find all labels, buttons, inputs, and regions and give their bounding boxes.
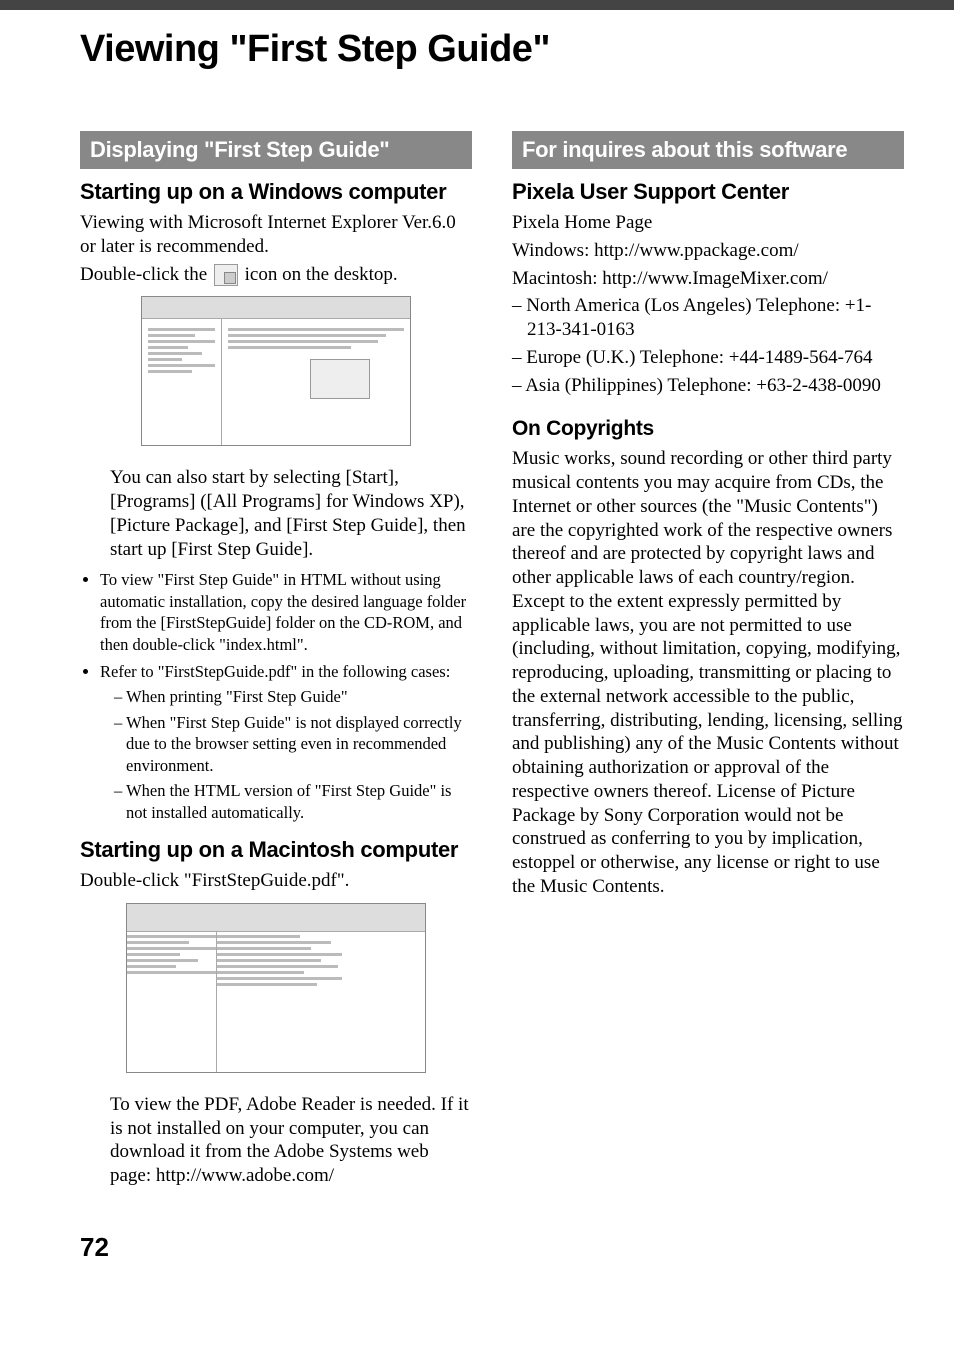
subhead-support-center: Pixela User Support Center: [512, 179, 904, 205]
windows-alt-start-block: You can also start by selecting [Start],…: [110, 466, 472, 561]
desktop-shortcut-icon: [214, 264, 238, 286]
pixela-home-label: Pixela Home Page: [512, 211, 904, 235]
phone-north-america: North America (Los Angeles) Telephone: +…: [512, 294, 904, 342]
page-number: 72: [80, 1232, 904, 1263]
note-pdf-cases: Refer to "FirstStepGuide.pdf" in the fol…: [100, 661, 472, 823]
text-doubleclick-post: icon on the desktop.: [245, 264, 398, 285]
subhead-copyrights: On Copyrights: [512, 417, 904, 441]
mac-doubleclick-text: Double-click "FirstStepGuide.pdf".: [80, 869, 472, 893]
two-column-layout: Displaying "First Step Guide" Starting u…: [80, 131, 904, 1192]
screenshot-windows-help: [141, 296, 411, 446]
screenshot-mac-pdf: [126, 903, 426, 1073]
pdf-cases-list: When printing "First Step Guide" When "F…: [114, 686, 472, 823]
windows-alt-start-text: You can also start by selecting [Start],…: [110, 466, 472, 561]
windows-doubleclick-text: Double-click the icon on the desktop.: [80, 263, 472, 287]
note-html-install: To view "First Step Guide" in HTML witho…: [100, 569, 472, 655]
mac-note-block: To view the PDF, Adobe Reader is needed.…: [110, 1093, 472, 1188]
left-column: Displaying "First Step Guide" Starting u…: [80, 131, 472, 1192]
windows-notes-list: To view "First Step Guide" in HTML witho…: [100, 569, 472, 823]
section-header-inquiries: For inquires about this software: [512, 131, 904, 169]
mac-note-text: To view the PDF, Adobe Reader is needed.…: [110, 1093, 472, 1188]
note-pdf-cases-text: Refer to "FirstStepGuide.pdf" in the fol…: [100, 662, 450, 681]
phone-europe: Europe (U.K.) Telephone: +44-1489-564-76…: [512, 346, 904, 370]
section-header-displaying: Displaying "First Step Guide": [80, 131, 472, 169]
page-title: Viewing "First Step Guide": [80, 28, 904, 71]
phone-asia: Asia (Philippines) Telephone: +63-2-438-…: [512, 374, 904, 398]
case-browser: When "First Step Guide" is not displayed…: [114, 712, 472, 776]
text-doubleclick-pre: Double-click the: [80, 264, 212, 285]
copyrights-body: Music works, sound recording or other th…: [512, 447, 904, 898]
support-phone-list: North America (Los Angeles) Telephone: +…: [512, 294, 904, 397]
pixela-mac-url: Macintosh: http://www.ImageMixer.com/: [512, 267, 904, 291]
right-column: For inquires about this software Pixela …: [512, 131, 904, 1192]
subhead-mac: Starting up on a Macintosh computer: [80, 837, 472, 863]
top-accent-bar: [0, 0, 954, 10]
subhead-windows: Starting up on a Windows computer: [80, 179, 472, 205]
pixela-windows-url: Windows: http://www.ppackage.com/: [512, 239, 904, 263]
case-html-not-installed: When the HTML version of "First Step Gui…: [114, 780, 472, 823]
windows-intro-text: Viewing with Microsoft Internet Explorer…: [80, 211, 472, 259]
case-printing: When printing "First Step Guide": [114, 686, 472, 707]
